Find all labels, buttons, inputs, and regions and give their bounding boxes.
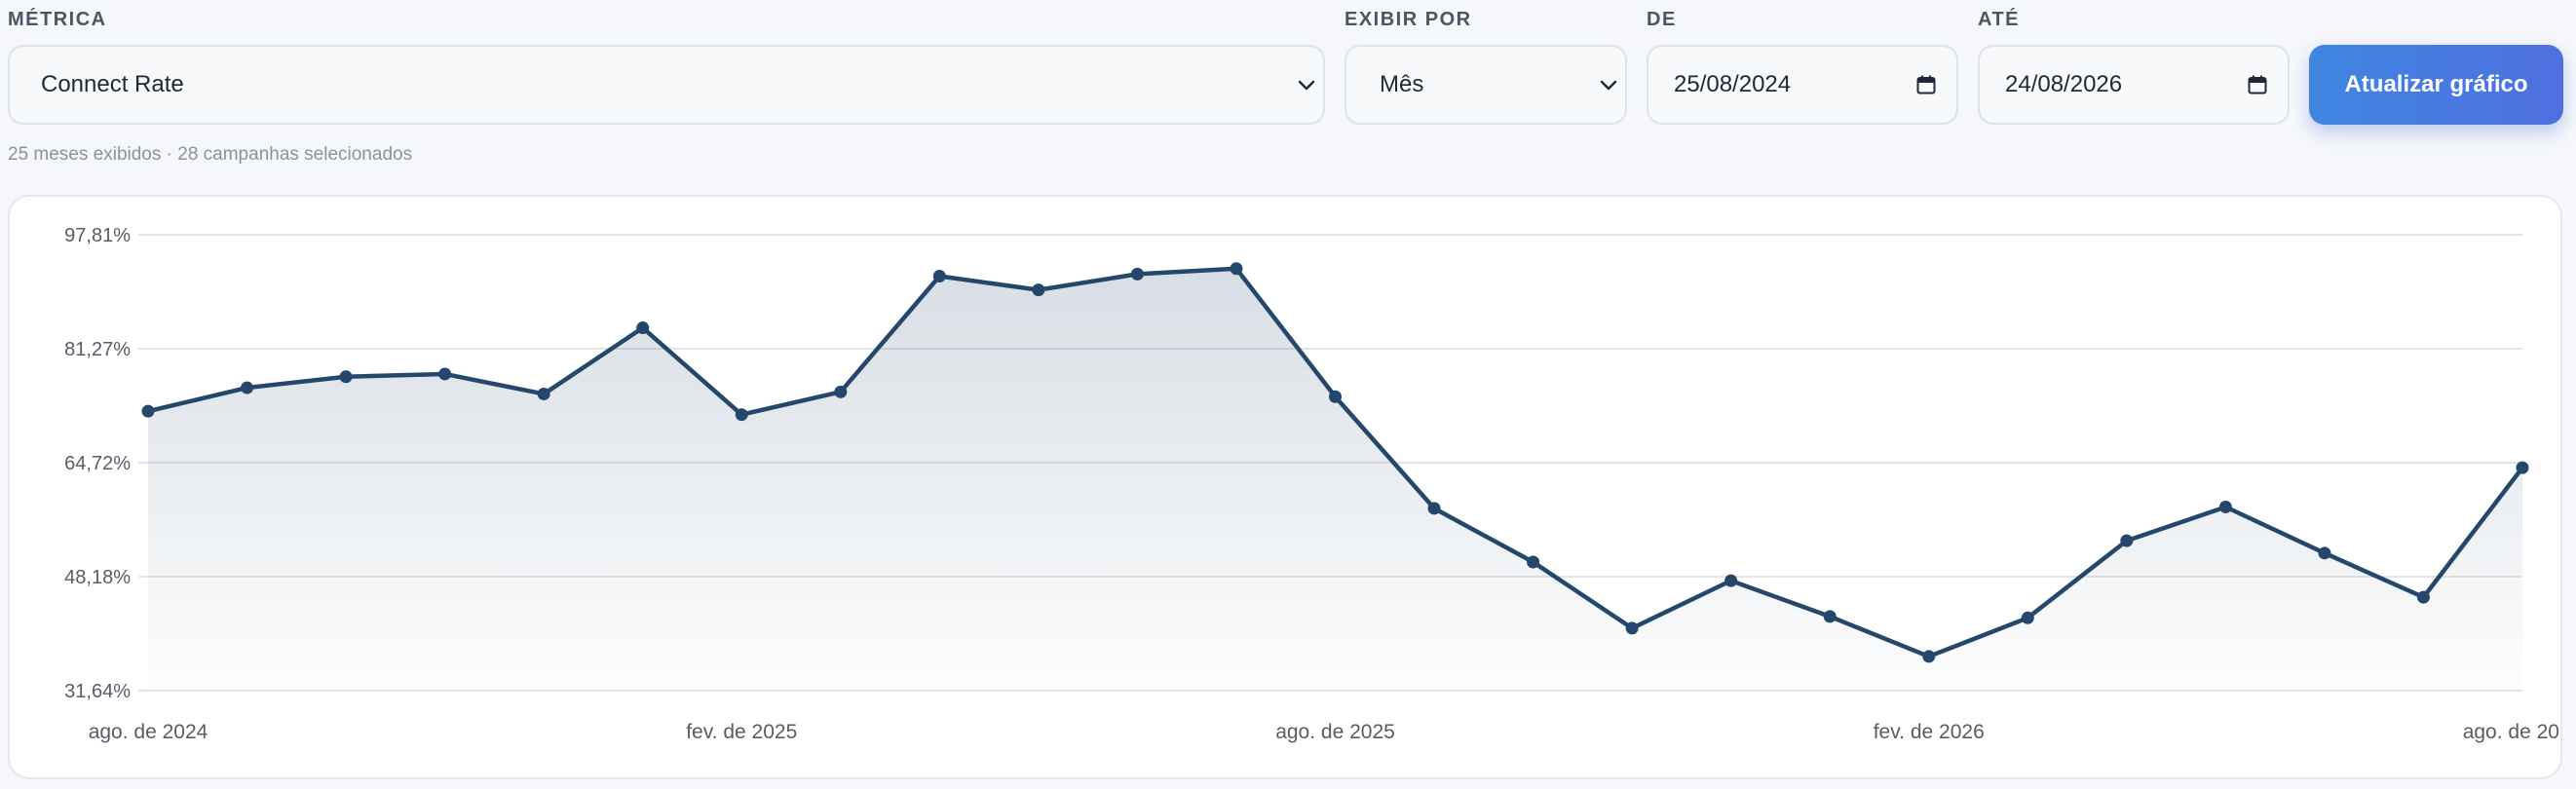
data-point[interactable] bbox=[2120, 534, 2134, 547]
y-tick-label: 48,18% bbox=[64, 567, 131, 588]
data-point[interactable] bbox=[1032, 283, 1045, 297]
x-tick-label: ago. de 2024 bbox=[89, 721, 208, 743]
date-to-label: ATÉ bbox=[1978, 9, 2021, 30]
data-point[interactable] bbox=[1823, 610, 1837, 623]
data-point[interactable] bbox=[1527, 555, 1540, 569]
y-tick-label: 81,27% bbox=[64, 339, 131, 360]
x-tick-label: fev. de 2026 bbox=[1874, 721, 1985, 743]
data-point[interactable] bbox=[1724, 574, 1738, 587]
metric-select[interactable]: Connect Rate bbox=[8, 45, 1325, 125]
date-from-label: DE bbox=[1647, 9, 1677, 30]
data-point[interactable] bbox=[1329, 390, 1342, 403]
data-point[interactable] bbox=[241, 381, 254, 394]
series-area bbox=[148, 268, 2522, 691]
connect-rate-chart: 31,64% 48,18% 64,72% 81,27% 97,81% ago. de 20… bbox=[64, 225, 2562, 743]
date-to-input[interactable]: 24/08/2026 bbox=[1978, 45, 2290, 125]
chevron-down-icon bbox=[1298, 80, 1315, 91]
update-chart-button[interactable]: Atualizar gráfico bbox=[2309, 45, 2563, 125]
data-point[interactable] bbox=[1130, 267, 1144, 281]
data-point[interactable] bbox=[1922, 650, 1936, 663]
data-point[interactable] bbox=[636, 321, 650, 335]
data-point[interactable] bbox=[537, 387, 550, 400]
data-point[interactable] bbox=[1427, 502, 1441, 515]
group-by-select-value: Mês bbox=[1380, 71, 1424, 97]
chart-card: 31,64% 48,18% 64,72% 81,27% 97,81% ago. de 20… bbox=[8, 195, 2562, 779]
date-to-value: 24/08/2026 bbox=[2005, 71, 2123, 97]
data-point[interactable] bbox=[339, 370, 353, 384]
data-point[interactable] bbox=[834, 385, 848, 398]
data-point[interactable] bbox=[2416, 590, 2430, 604]
data-point[interactable] bbox=[2516, 461, 2529, 474]
chevron-down-icon bbox=[1600, 80, 1617, 91]
data-point[interactable] bbox=[1625, 621, 1639, 635]
date-from-input[interactable]: 25/08/2024 bbox=[1647, 45, 1958, 125]
metric-label: MÉTRICA bbox=[8, 9, 107, 30]
data-point[interactable] bbox=[735, 408, 748, 422]
selection-summary: 25 meses exibidos · 28 campanhas selecio… bbox=[8, 144, 413, 165]
data-point[interactable] bbox=[2218, 500, 2232, 513]
data-point[interactable] bbox=[438, 367, 452, 381]
y-tick-label: 31,64% bbox=[64, 681, 131, 702]
x-tick-label: fev. de 2025 bbox=[686, 721, 797, 743]
group-by-select[interactable]: Mês bbox=[1345, 45, 1627, 125]
data-point[interactable] bbox=[141, 404, 155, 418]
data-point[interactable] bbox=[932, 270, 946, 283]
y-tick-label: 97,81% bbox=[64, 225, 131, 246]
metric-select-value: Connect Rate bbox=[41, 71, 184, 97]
data-point[interactable] bbox=[2021, 611, 2034, 624]
y-tick-label: 64,72% bbox=[64, 453, 131, 474]
x-tick-label: ago. de 2026 bbox=[2463, 721, 2562, 743]
date-from-value: 25/08/2024 bbox=[1674, 71, 1792, 97]
x-tick-label: ago. de 2025 bbox=[1275, 721, 1395, 743]
data-point[interactable] bbox=[2318, 546, 2331, 560]
calendar-icon[interactable] bbox=[1915, 74, 1937, 95]
calendar-icon[interactable] bbox=[2247, 74, 2268, 95]
data-point[interactable] bbox=[1230, 262, 1243, 276]
group-by-label: EXIBIR POR bbox=[1345, 9, 1472, 30]
